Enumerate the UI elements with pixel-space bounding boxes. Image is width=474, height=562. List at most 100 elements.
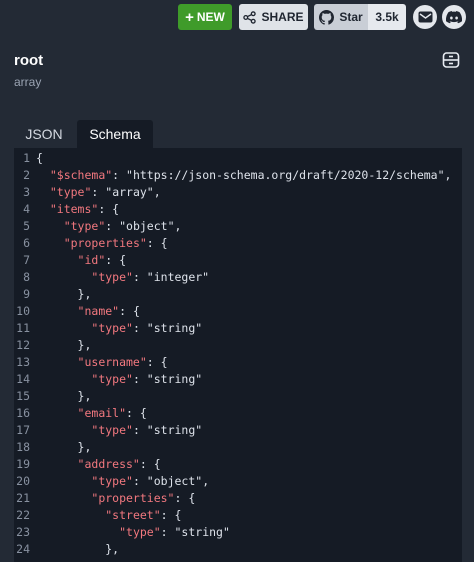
line-number: 11 [16,321,30,335]
json-punctuation [36,372,91,386]
json-key: "type" [91,423,133,437]
json-key: "username" [77,355,147,369]
schema-code-editor[interactable]: 1 {2 "$schema": "https://json-schema.org/… [14,148,462,562]
line-number: 15 [16,389,30,403]
line-number: 14 [16,372,30,386]
line-number: 18 [16,440,30,454]
new-button-label: NEW [196,10,225,24]
json-key: "items" [49,202,99,216]
json-string: "array" [105,185,154,199]
share-button[interactable]: SHARE [239,4,308,30]
code-content: "properties": { [36,235,168,252]
code-content: "$schema": "https://json-schema.org/draf… [36,167,452,184]
json-punctuation: : [132,474,147,488]
mail-icon[interactable] [413,5,437,29]
json-punctuation: , [174,219,182,233]
code-content: "id": { [36,252,126,269]
code-content: }, [36,286,92,303]
json-punctuation: : { [160,508,182,522]
code-content: "type": "integer" [36,269,209,286]
share-button-label: SHARE [261,10,304,24]
json-string: "https://json-schema.org/draft/2020-12/s… [126,168,445,182]
code-content: "type": "string" [36,524,230,541]
line-number: 7 [23,253,30,267]
code-content: "type": "string" [36,371,202,388]
database-icon[interactable] [442,51,460,74]
json-punctuation: }, [36,338,92,352]
json-punctuation: : [160,525,175,539]
line-number: 9 [23,287,30,301]
json-key: "type" [91,372,133,386]
code-content: }, [36,439,92,456]
json-punctuation: }, [36,542,120,556]
json-key: "type" [91,321,133,335]
page-subtitle: array [14,75,42,89]
json-punctuation: : { [105,253,127,267]
line-number: 8 [23,270,30,284]
code-content: "items": { [36,201,119,218]
json-punctuation [36,321,91,335]
tab-schema[interactable]: Schema [77,120,153,148]
json-punctuation: , [444,168,452,182]
json-key: "type" [91,270,133,284]
line-number: 22 [16,508,30,522]
json-key: "properties" [63,236,147,250]
new-button[interactable]: + NEW [178,4,232,30]
json-key: "type" [49,185,92,199]
code-content: "username": { [36,354,168,371]
json-string: "integer" [146,270,210,284]
json-key: "type" [91,474,133,488]
code-content: }, [36,541,119,558]
line-number: 19 [16,457,30,471]
json-string: "string" [146,423,203,437]
json-key: "properties" [91,491,175,505]
line-number: 24 [16,542,30,556]
tab-json[interactable]: JSON [14,120,74,148]
json-punctuation [36,525,119,539]
json-punctuation: : { [98,202,120,216]
json-punctuation [36,406,78,420]
json-punctuation: }, [36,389,92,403]
code-content: "address": { [36,456,161,473]
code-content: { [36,150,43,167]
line-number: 3 [23,185,30,199]
code-content: }, [36,337,92,354]
json-punctuation [36,355,78,369]
line-number: 1 [23,151,30,165]
star-label: Star [339,10,363,24]
github-star-button[interactable]: Star [314,4,368,30]
line-number: 17 [16,423,30,437]
json-key: "name" [77,304,120,318]
json-punctuation: : [91,185,106,199]
line-number: 10 [16,304,30,318]
json-punctuation: : [132,372,147,386]
json-punctuation [36,219,64,233]
page-title: root [14,52,44,69]
line-number: 16 [16,406,30,420]
star-count-label: 3.5k [375,10,399,24]
plus-icon: + [185,8,194,26]
json-punctuation [36,185,50,199]
code-content: "type": "string" [36,422,202,439]
json-punctuation [36,236,64,250]
json-key: "type" [63,219,106,233]
json-punctuation [36,168,50,182]
json-string: "string" [146,372,203,386]
json-punctuation: : { [139,457,161,471]
json-punctuation: : { [146,355,168,369]
discord-icon[interactable] [442,5,466,29]
json-punctuation: : [132,423,147,437]
json-punctuation: { [36,151,43,165]
json-string: "string" [174,525,230,539]
json-punctuation: : { [126,406,147,420]
star-count[interactable]: 3.5k [368,4,406,30]
json-key: "$schema" [49,168,113,182]
code-content: "street": { [36,507,181,524]
code-content: "type": "object", [36,473,209,490]
json-punctuation: , [153,185,161,199]
line-number: 20 [16,474,30,488]
json-punctuation: : { [146,236,168,250]
json-punctuation: : [112,168,127,182]
json-key: "email" [77,406,127,420]
json-punctuation [36,474,91,488]
